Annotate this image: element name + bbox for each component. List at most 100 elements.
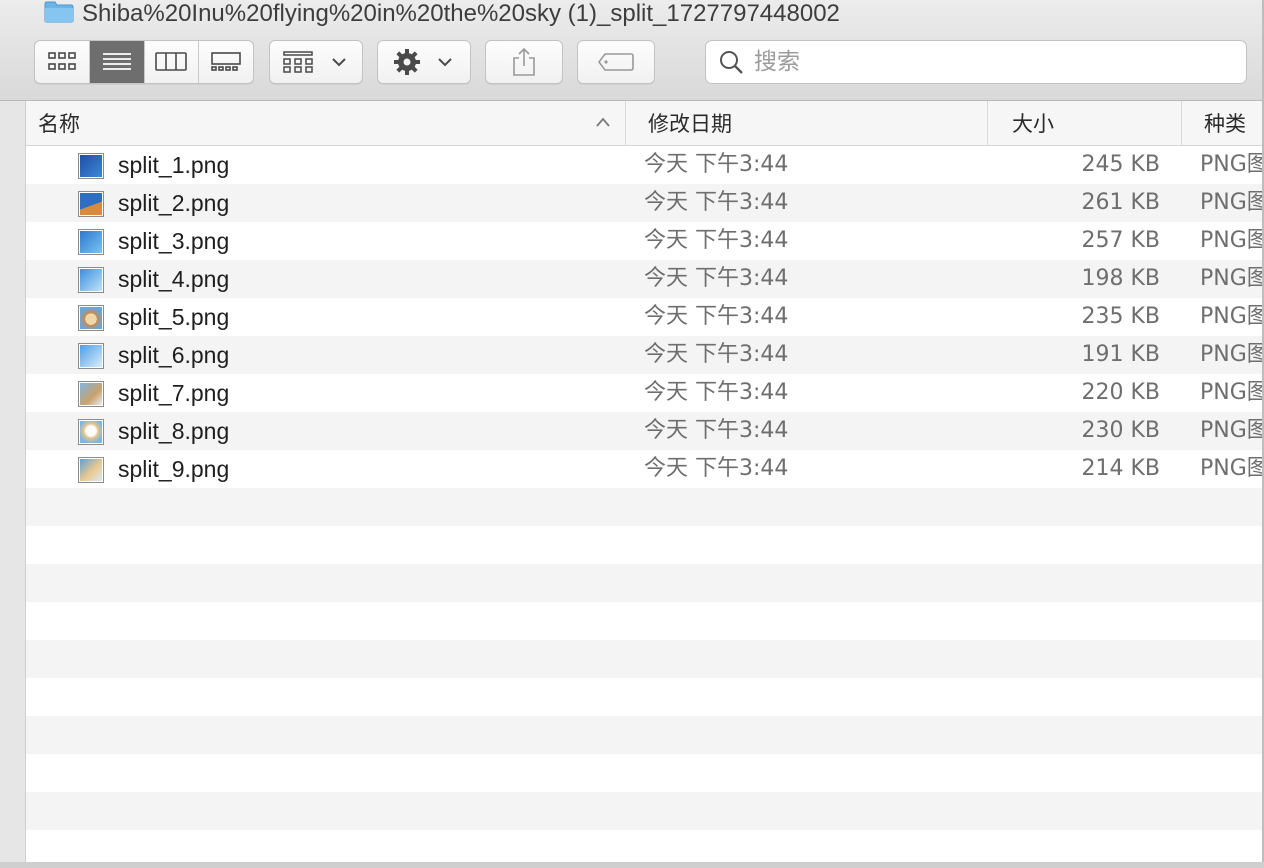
file-name: split_6.png bbox=[118, 342, 230, 368]
file-date: 今天 下午3:44 bbox=[644, 418, 789, 443]
file-kind: PNG图像 bbox=[1200, 228, 1262, 253]
file-row[interactable]: split_7.png 今天 下午3:44 220 KB PNG图像 bbox=[26, 374, 1262, 412]
file-kind: PNG图像 bbox=[1200, 266, 1262, 291]
file-date: 今天 下午3:44 bbox=[644, 304, 789, 329]
column-name-label: 名称 bbox=[38, 112, 80, 136]
file-kind: PNG图像 bbox=[1200, 418, 1262, 443]
window-title-text: Shiba%20Inu%20flying%20in%20the%20sky (1… bbox=[82, 0, 840, 27]
file-list: split_1.png今天 下午3:44245 KBPNG图像split_2.p… bbox=[26, 146, 1262, 862]
arrange-grid-icon bbox=[283, 51, 313, 73]
empty-row bbox=[26, 792, 1262, 830]
gallery-view-icon bbox=[211, 52, 241, 71]
column-kind-label: 种类 bbox=[1204, 112, 1246, 136]
file-kind: PNG图像 bbox=[1200, 152, 1262, 177]
column-date-label: 修改日期 bbox=[648, 112, 732, 136]
png-thumbnail-icon bbox=[78, 381, 104, 407]
tag-icon bbox=[598, 53, 634, 71]
file-name: split_4.png bbox=[118, 266, 230, 292]
chevron-down-icon bbox=[438, 58, 452, 67]
search-icon bbox=[720, 51, 743, 74]
folder-icon bbox=[44, 1, 74, 23]
column-header-kind[interactable]: 种类 bbox=[1182, 101, 1262, 145]
file-name: split_3.png bbox=[118, 228, 230, 254]
column-header: 名称 修改日期 大小 种类 bbox=[26, 101, 1262, 146]
finder-window: Shiba%20Inu%20flying%20in%20the%20sky (1… bbox=[0, 0, 1262, 862]
view-switcher bbox=[34, 40, 254, 84]
column-view-button[interactable] bbox=[145, 41, 200, 83]
file-size: 257 KB bbox=[1081, 228, 1160, 253]
file-kind: PNG图像 bbox=[1200, 304, 1262, 329]
gallery-view-button[interactable] bbox=[199, 41, 253, 83]
gear-icon bbox=[394, 49, 420, 75]
share-icon bbox=[513, 47, 535, 76]
file-row[interactable]: split_5.png 今天 下午3:44 235 KB PNG图像 bbox=[26, 298, 1262, 336]
sort-ascending-icon bbox=[596, 117, 610, 127]
file-name: split_1.png bbox=[118, 152, 230, 178]
file-date: 今天 下午3:44 bbox=[644, 152, 789, 177]
png-thumbnail-icon bbox=[78, 419, 104, 445]
file-row[interactable]: split_4.png 今天 下午3:44 198 KB PNG图像 bbox=[26, 260, 1262, 298]
png-thumbnail-icon bbox=[78, 457, 104, 483]
file-size: 245 KB bbox=[1081, 152, 1160, 177]
file-name: split_7.png bbox=[118, 380, 230, 406]
file-size: 220 KB bbox=[1081, 380, 1160, 405]
file-kind: PNG图像 bbox=[1200, 380, 1262, 405]
file-name: split_9.png bbox=[118, 456, 230, 482]
empty-row bbox=[26, 716, 1262, 754]
png-thumbnail-icon bbox=[78, 343, 104, 369]
icon-view-icon bbox=[48, 52, 76, 70]
file-size: 198 KB bbox=[1081, 266, 1160, 291]
file-size: 261 KB bbox=[1081, 190, 1160, 215]
file-size: 191 KB bbox=[1081, 342, 1160, 367]
arrange-button[interactable] bbox=[269, 40, 363, 84]
png-thumbnail-icon bbox=[78, 305, 104, 331]
file-row[interactable]: split_3.png 今天 下午3:44 257 KB PNG图像 bbox=[26, 222, 1262, 260]
file-name: split_5.png bbox=[118, 304, 230, 330]
empty-row bbox=[26, 754, 1262, 792]
sidebar-edge bbox=[0, 101, 26, 862]
file-date: 今天 下午3:44 bbox=[644, 456, 789, 481]
column-size-label: 大小 bbox=[1012, 112, 1054, 136]
empty-row bbox=[26, 488, 1262, 526]
file-date: 今天 下午3:44 bbox=[644, 228, 789, 253]
empty-row bbox=[26, 678, 1262, 716]
file-kind: PNG图像 bbox=[1200, 190, 1262, 215]
empty-row bbox=[26, 830, 1262, 862]
file-size: 230 KB bbox=[1081, 418, 1160, 443]
file-date: 今天 下午3:44 bbox=[644, 380, 789, 405]
list-view-button[interactable] bbox=[89, 41, 145, 83]
empty-row bbox=[26, 526, 1262, 564]
column-header-name[interactable]: 名称 bbox=[26, 101, 626, 145]
background-window-peek bbox=[0, 862, 1264, 868]
png-thumbnail-icon bbox=[78, 191, 104, 217]
png-thumbnail-icon bbox=[78, 153, 104, 179]
file-date: 今天 下午3:44 bbox=[644, 190, 789, 215]
column-header-size[interactable]: 大小 bbox=[988, 101, 1182, 145]
file-row[interactable]: split_6.png 今天 下午3:44 191 KB PNG图像 bbox=[26, 336, 1262, 374]
column-header-date[interactable]: 修改日期 bbox=[626, 101, 988, 145]
search-input[interactable] bbox=[752, 48, 1226, 76]
file-size: 235 KB bbox=[1081, 304, 1160, 329]
file-row[interactable]: split_8.png 今天 下午3:44 230 KB PNG图像 bbox=[26, 412, 1262, 450]
file-name: split_8.png bbox=[118, 418, 230, 444]
empty-row bbox=[26, 602, 1262, 640]
tags-button[interactable] bbox=[577, 40, 655, 84]
icon-view-button[interactable] bbox=[35, 41, 90, 83]
window-title: Shiba%20Inu%20flying%20in%20the%20sky (1… bbox=[44, 0, 840, 28]
action-button[interactable] bbox=[377, 40, 471, 84]
toolbar: Shiba%20Inu%20flying%20in%20the%20sky (1… bbox=[0, 0, 1262, 101]
file-date: 今天 下午3:44 bbox=[644, 266, 789, 291]
file-name: split_2.png bbox=[118, 190, 230, 216]
file-row[interactable]: split_1.png 今天 下午3:44 245 KB PNG图像 bbox=[26, 146, 1262, 184]
empty-row bbox=[26, 564, 1262, 602]
column-view-icon bbox=[155, 52, 188, 71]
file-kind: PNG图像 bbox=[1200, 342, 1262, 367]
png-thumbnail-icon bbox=[78, 267, 104, 293]
search-field[interactable] bbox=[705, 40, 1247, 84]
chevron-down-icon bbox=[332, 58, 346, 67]
file-row[interactable]: split_2.png 今天 下午3:44 261 KB PNG图像 bbox=[26, 184, 1262, 222]
file-size: 214 KB bbox=[1081, 456, 1160, 481]
png-thumbnail-icon bbox=[78, 229, 104, 255]
file-row[interactable]: split_9.png 今天 下午3:44 214 KB PNG图像 bbox=[26, 450, 1262, 488]
share-button[interactable] bbox=[485, 40, 563, 84]
